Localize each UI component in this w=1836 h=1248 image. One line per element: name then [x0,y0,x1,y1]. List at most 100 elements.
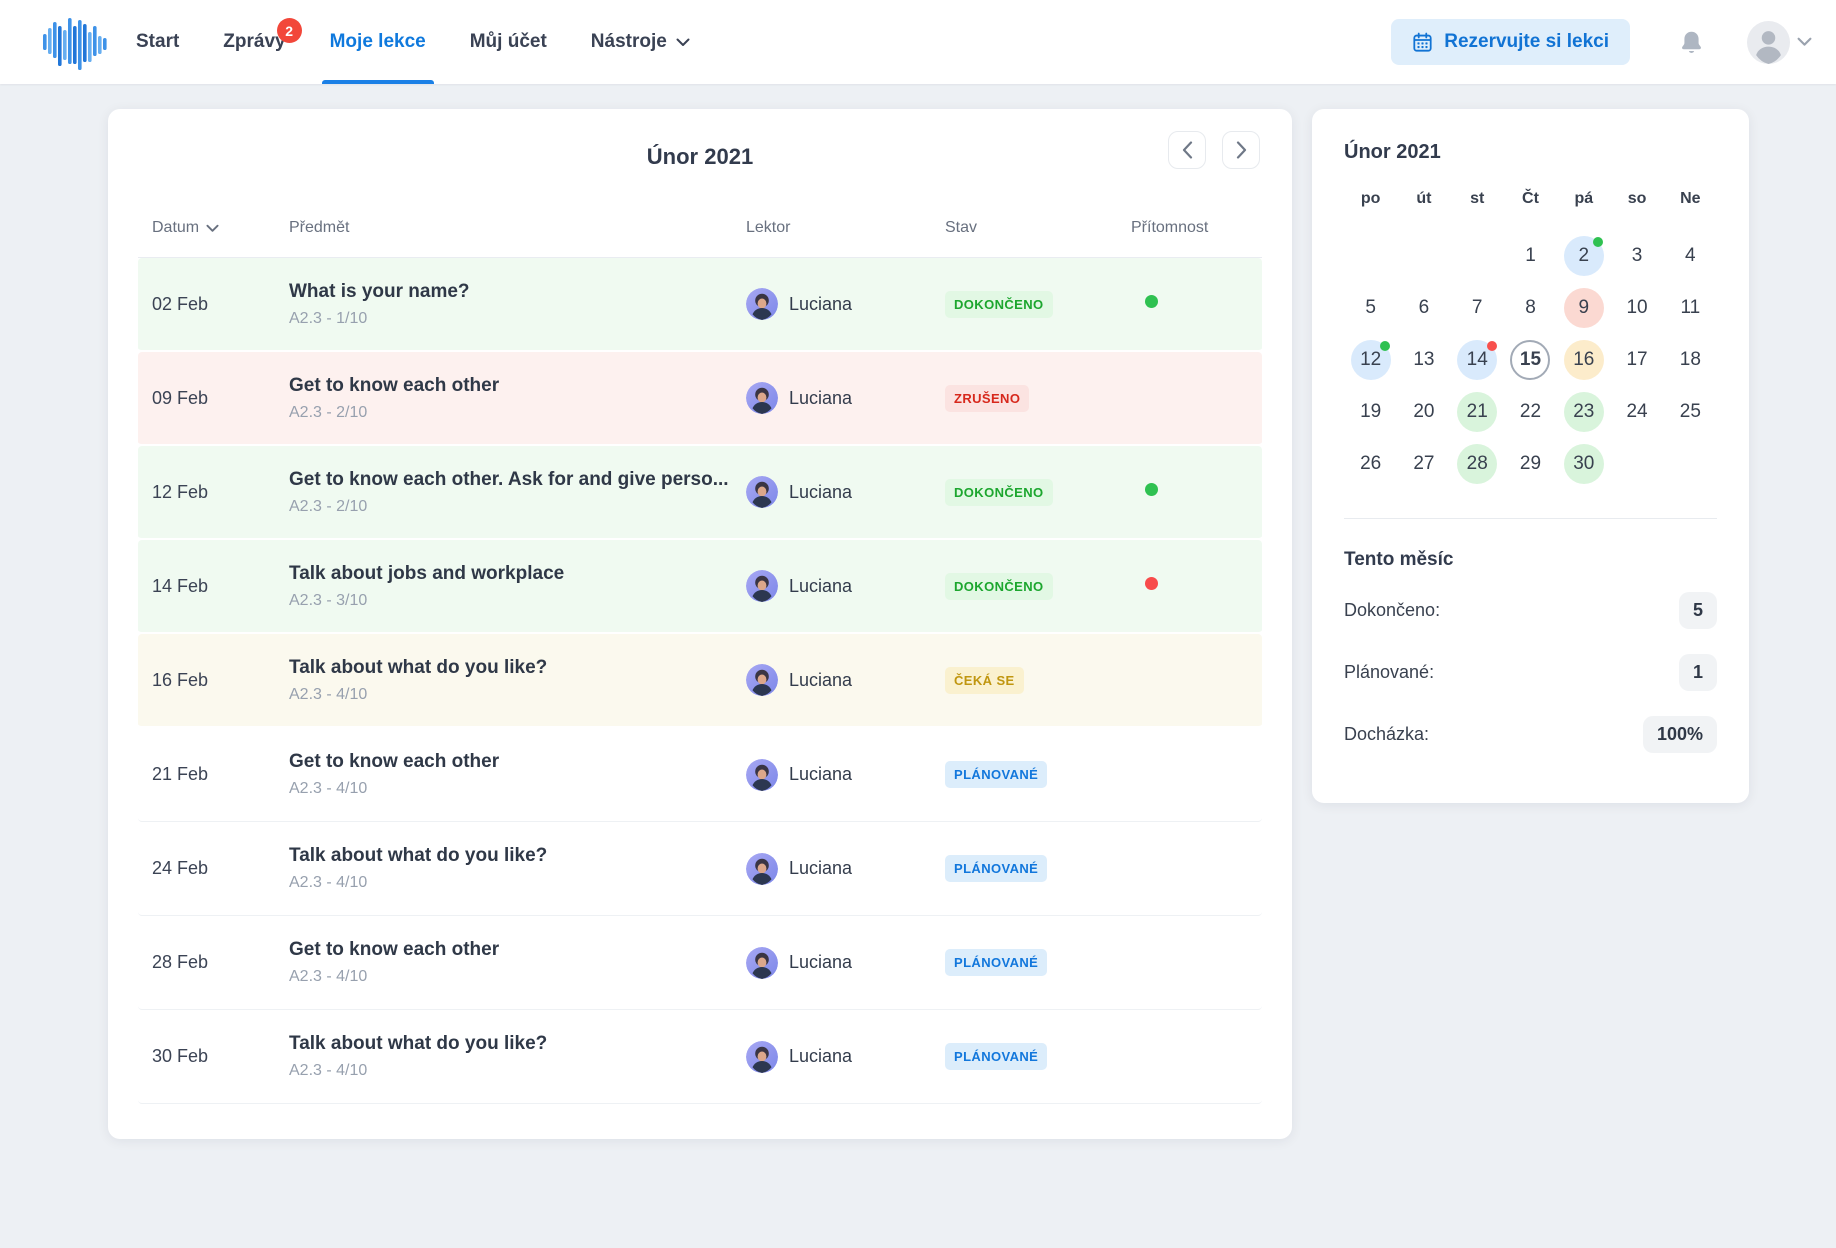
calendar-day[interactable]: 6 [1397,288,1450,328]
lesson-title: Get to know each other [289,939,746,961]
calendar-day[interactable]: 10 [1610,288,1663,328]
status-badge: PLÁNOVANÉ [945,1043,1047,1070]
account-menu[interactable] [1747,21,1812,64]
lesson-date: 14 Feb [138,576,289,597]
reserve-lesson-label: Rezervujte si lekci [1444,31,1609,53]
lesson-row[interactable]: 12 Feb Get to know each other. Ask for a… [138,446,1262,540]
calendar-day[interactable]: 22 [1504,392,1557,432]
calendar-day[interactable]: 24 [1610,392,1663,432]
status-badge: DOKONČENO [945,573,1053,600]
nav-label: Můj účet [470,31,547,53]
lesson-title: Talk about what do you like? [289,657,746,679]
nav-item-zpravy[interactable]: Zprávy 2 [223,0,285,84]
calendar-month-title: Únor 2021 [1344,141,1717,164]
nav-label: Moje lekce [330,31,426,53]
stat-value: 100% [1643,716,1717,753]
tutor-avatar [746,759,778,791]
notifications-bell-button[interactable] [1678,29,1705,56]
lesson-row[interactable]: 28 Feb Get to know each other A2.3 - 4/1… [138,916,1262,1010]
lesson-row[interactable]: 24 Feb Talk about what do you like? A2.3… [138,822,1262,916]
stat-value: 1 [1679,654,1717,691]
nav-item-start[interactable]: Start [136,0,179,84]
calendar-day[interactable]: 21 [1451,392,1504,432]
status-badge: ZRUŠENO [945,385,1029,412]
status-badge: ČEKÁ SE [945,667,1024,694]
stat-row-dokonceno: Dokončeno: 5 [1344,587,1717,633]
calendar-day[interactable] [1664,444,1717,484]
tutor-name: Luciana [789,294,852,315]
lesson-level-progress: A2.3 - 4/10 [289,874,746,892]
calendar-day[interactable]: 27 [1397,444,1450,484]
tutor-avatar [746,1041,778,1073]
calendar-day[interactable]: 18 [1664,340,1717,380]
lesson-date: 02 Feb [138,294,289,315]
month-pager [1168,131,1260,169]
app-logo-icon[interactable] [42,14,108,70]
tutor-avatar [746,288,778,320]
calendar-day[interactable]: 13 [1397,340,1450,380]
calendar-day[interactable] [1610,444,1663,484]
lesson-row[interactable]: 30 Feb Talk about what do you like? A2.3… [138,1010,1262,1104]
status-badge: PLÁNOVANÉ [945,761,1047,788]
stat-row-dochazka: Docházka: 100% [1344,711,1717,757]
reserve-lesson-button[interactable]: Rezervujte si lekci [1391,19,1630,65]
calendar-day[interactable]: 14 [1451,340,1504,380]
calendar-day[interactable]: 20 [1397,392,1450,432]
lesson-title: Get to know each other [289,751,746,773]
calendar-icon [1412,32,1433,53]
divider [1344,518,1717,519]
calendar-day[interactable] [1451,236,1504,276]
calendar-day[interactable]: 19 [1344,392,1397,432]
column-header-datum[interactable]: Datum [138,219,289,237]
lesson-row[interactable]: 09 Feb Get to know each other A2.3 - 2/1… [138,352,1262,446]
tutor-name: Luciana [789,576,852,597]
lesson-date: 16 Feb [138,670,289,691]
lesson-row[interactable]: 02 Feb What is your name? A2.3 - 1/10 Lu… [138,258,1262,352]
chevron-down-icon [1797,37,1812,47]
calendar-day[interactable]: 16 [1557,340,1610,380]
tutor-avatar [746,570,778,602]
lesson-row[interactable]: 21 Feb Get to know each other A2.3 - 4/1… [138,728,1262,822]
tutor-name: Luciana [789,670,852,691]
calendar-day[interactable]: 9 [1557,288,1610,328]
topbar-right: Rezervujte si lekci [1391,19,1836,65]
calendar-day[interactable]: 30 [1557,444,1610,484]
calendar-day[interactable]: 29 [1504,444,1557,484]
next-month-button[interactable] [1222,131,1260,169]
calendar-day[interactable]: 3 [1610,236,1663,276]
lesson-row[interactable]: 14 Feb Talk about jobs and workplace A2.… [138,540,1262,634]
calendar-day[interactable]: 25 [1664,392,1717,432]
calendar-day[interactable]: 1 [1504,236,1557,276]
day-status-dot [1593,237,1603,247]
chevron-down-icon [676,38,690,47]
nav-label: Nástroje [591,31,667,53]
calendar-day-today[interactable]: 15 [1504,340,1557,380]
presence-dot [1145,483,1158,496]
prev-month-button[interactable] [1168,131,1206,169]
tutor-avatar [746,382,778,414]
calendar-day[interactable]: 26 [1344,444,1397,484]
calendar-day[interactable]: 17 [1610,340,1663,380]
calendar-day[interactable]: 8 [1504,288,1557,328]
nav-item-moje-lekce[interactable]: Moje lekce [330,0,426,84]
nav-item-muj-ucet[interactable]: Můj účet [470,0,547,84]
tutor-avatar [746,853,778,885]
calendar-day[interactable]: 5 [1344,288,1397,328]
calendar-day[interactable] [1397,236,1450,276]
lesson-level-progress: A2.3 - 4/10 [289,780,746,798]
calendar-day[interactable] [1344,236,1397,276]
calendar-day[interactable]: 12 [1344,340,1397,380]
calendar-day[interactable]: 11 [1664,288,1717,328]
lesson-date: 24 Feb [138,858,289,879]
lessons-table-header: Datum Předmět Lektor Stav Přítomnost [138,205,1262,258]
calendar-day[interactable]: 23 [1557,392,1610,432]
calendar-day[interactable]: 28 [1451,444,1504,484]
lesson-title: Get to know each other [289,375,746,397]
calendar-day[interactable]: 4 [1664,236,1717,276]
calendar-day[interactable]: 2 [1557,236,1610,276]
calendar-day[interactable]: 7 [1451,288,1504,328]
weekday-header: so [1610,190,1663,224]
nav-item-nastroje[interactable]: Nástroje [591,0,690,84]
month-summary-title: Tento měsíc [1344,549,1717,571]
lesson-row[interactable]: 16 Feb Talk about what do you like? A2.3… [138,634,1262,728]
